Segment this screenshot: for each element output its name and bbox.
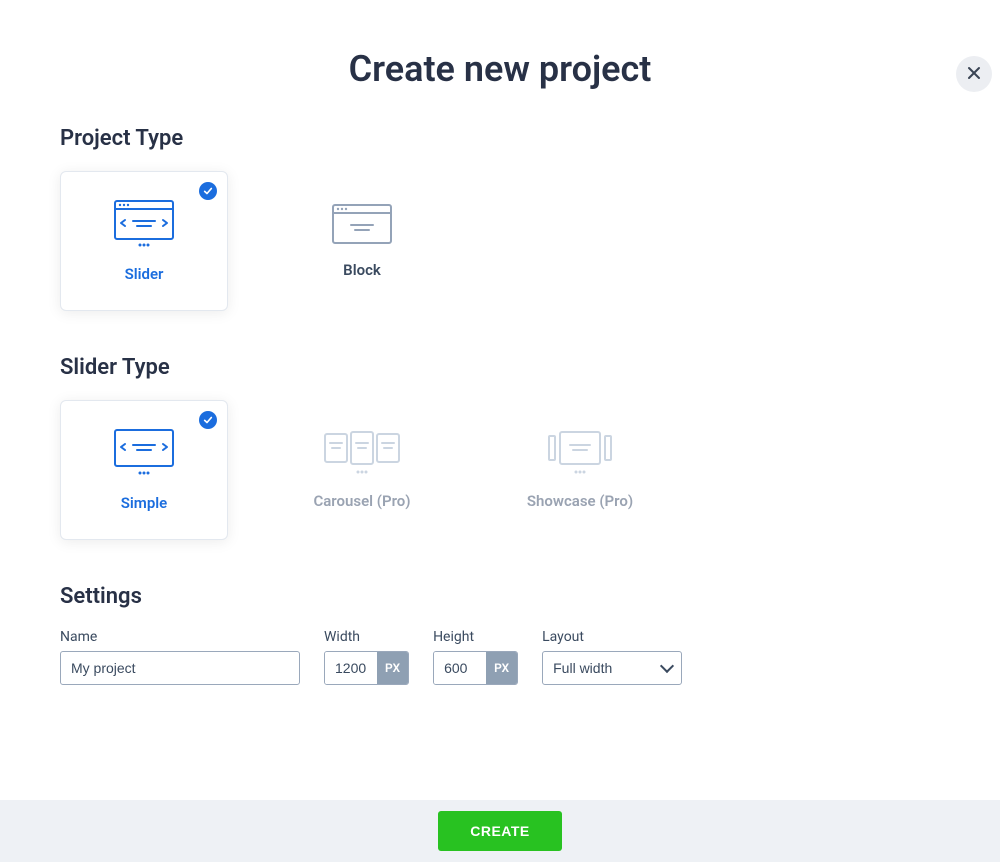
project-type-label: Slider bbox=[125, 265, 164, 283]
height-unit-toggle[interactable]: PX bbox=[486, 652, 517, 684]
slider-type-label: Showcase (Pro) bbox=[527, 492, 633, 510]
name-input[interactable] bbox=[60, 651, 300, 685]
block-icon bbox=[331, 203, 393, 245]
check-icon bbox=[199, 182, 217, 200]
settings-fields: Name Width PX Height PX Layout Full widt… bbox=[60, 629, 940, 685]
project-type-options: Slider Block bbox=[60, 171, 940, 311]
name-label: Name bbox=[60, 629, 300, 645]
width-input-group: PX bbox=[324, 651, 409, 685]
layout-select[interactable]: Full width bbox=[542, 651, 682, 685]
slider-type-options: Simple Carousel (Pro) bbox=[60, 400, 940, 540]
layout-label: Layout bbox=[542, 629, 682, 645]
slider-type-option-showcase[interactable]: Showcase (Pro) bbox=[496, 400, 664, 540]
slider-type-option-carousel[interactable]: Carousel (Pro) bbox=[278, 400, 446, 540]
project-type-heading: Project Type bbox=[60, 126, 940, 151]
width-input[interactable] bbox=[325, 652, 377, 684]
slider-icon bbox=[113, 199, 175, 249]
create-button[interactable]: CREATE bbox=[438, 811, 562, 851]
height-label: Height bbox=[433, 629, 518, 645]
modal-title: Create new project bbox=[0, 48, 1000, 90]
carousel-icon bbox=[323, 430, 401, 476]
slider-type-label: Carousel (Pro) bbox=[313, 492, 410, 510]
height-input-group: PX bbox=[433, 651, 518, 685]
project-type-label: Block bbox=[343, 261, 381, 279]
modal-footer: CREATE bbox=[0, 800, 1000, 862]
width-unit-toggle[interactable]: PX bbox=[377, 652, 408, 684]
simple-slider-icon bbox=[113, 428, 175, 478]
check-icon bbox=[199, 411, 217, 429]
slider-type-heading: Slider Type bbox=[60, 355, 940, 380]
close-icon bbox=[967, 64, 981, 85]
showcase-icon bbox=[545, 430, 615, 476]
name-field-group: Name bbox=[60, 629, 300, 685]
layout-select-wrap: Full width bbox=[542, 651, 682, 685]
width-field-group: Width PX bbox=[324, 629, 409, 685]
layout-field-group: Layout Full width bbox=[542, 629, 682, 685]
slider-type-label: Simple bbox=[121, 494, 168, 512]
close-button[interactable] bbox=[956, 56, 992, 92]
width-label: Width bbox=[324, 629, 409, 645]
height-input[interactable] bbox=[434, 652, 486, 684]
height-field-group: Height PX bbox=[433, 629, 518, 685]
project-type-option-slider[interactable]: Slider bbox=[60, 171, 228, 311]
slider-type-option-simple[interactable]: Simple bbox=[60, 400, 228, 540]
settings-heading: Settings bbox=[60, 584, 940, 609]
project-type-option-block[interactable]: Block bbox=[278, 171, 446, 311]
